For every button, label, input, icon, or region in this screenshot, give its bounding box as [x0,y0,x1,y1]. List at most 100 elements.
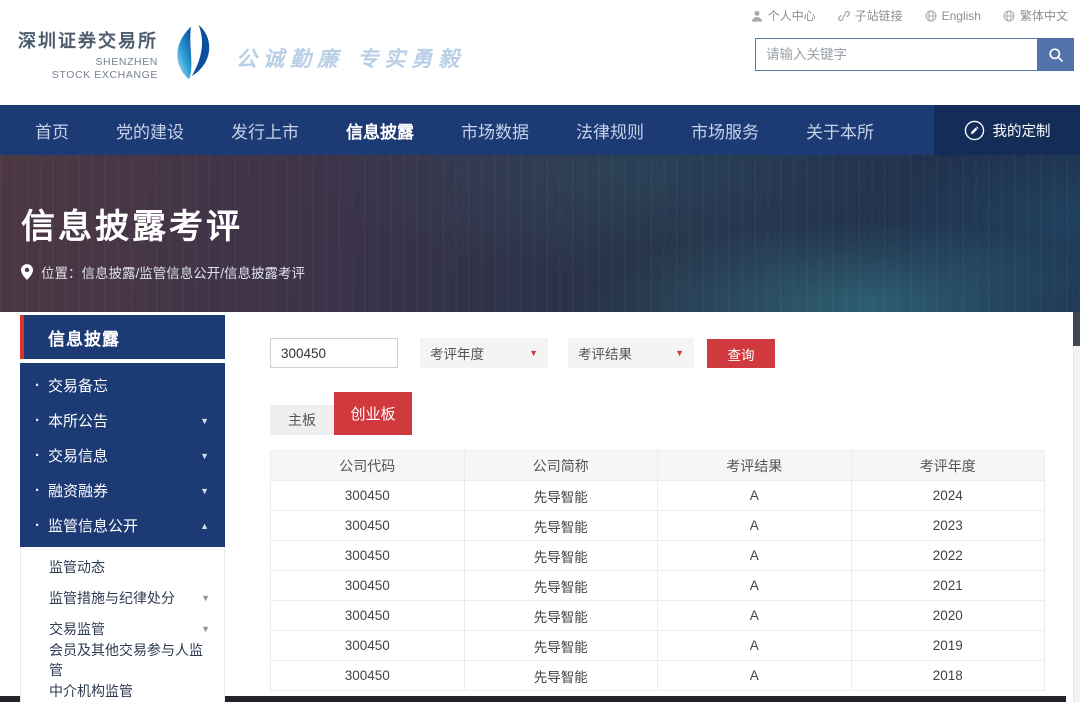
page: 个人中心 子站链接 English [0,0,1080,702]
sidebar-submenu: 监管动态 监管措施与纪律处分 ▼ 交易监管 ▼ 会员及其他交易参与人监管 [20,547,225,702]
nav-item[interactable]: 市场服务 [691,118,759,143]
table-row: 300450 先导智能 A 2018 [271,661,1045,691]
globe-icon [925,10,937,22]
table-row: 300450 先导智能 A 2022 [271,541,1045,571]
table-header-cell: 考评结果 [658,451,852,481]
scrollbar-track [1073,312,1080,702]
sidebar-subitem-caret-icon: ▼ [201,593,210,603]
evaluation-result-cell: A [658,661,852,691]
sidebar-item[interactable]: 监管信息公开 ▲ [20,508,225,543]
page-title: 信息披露考评 [21,199,243,248]
utility-links: 个人中心 子站链接 English [751,7,1068,24]
pencil-circle-icon [964,120,985,141]
nav-item[interactable]: 党的建设 [116,118,184,143]
utility-link-label: 子站链接 [855,7,903,24]
evaluation-year-cell: 2018 [851,661,1045,691]
company-code-cell: 300450 [271,481,465,511]
board-tab[interactable]: 创业板 [334,392,412,435]
main-nav: 首页 党的建设 发行上市 信息披露 市场数据 法律规则 市场服务 关于本所 我的… [0,105,1080,155]
sidebar-item-caret-icon: ▲ [200,521,209,531]
sidebar-item[interactable]: 融资融券 ▼ [20,473,225,508]
company-code-input[interactable] [270,338,398,368]
query-button[interactable]: 查询 [707,339,775,368]
sidebar-item-label: 交易备忘 [48,375,108,396]
search-icon [1048,47,1064,63]
utility-link[interactable]: English [925,9,981,23]
table-header-cell: 公司简称 [464,451,658,481]
evaluation-year-cell: 2020 [851,601,1045,631]
search-input[interactable] [755,38,1037,71]
company-code-cell: 300450 [271,631,465,661]
sidebar-item[interactable]: 交易备忘 [20,368,225,403]
sidebar-item[interactable]: 本所公告 ▼ [20,403,225,438]
sidebar-subitem[interactable]: 会员及其他交易参与人监管 [21,644,224,675]
szse-logo-icon [168,23,214,83]
nav-item[interactable]: 首页 [35,118,69,143]
table-row: 300450 先导智能 A 2023 [271,511,1045,541]
sidebar-subitem-label: 交易监管 [49,619,105,639]
utility-link[interactable]: 个人中心 [751,7,816,24]
utility-link-label: 繁体中文 [1020,7,1068,24]
evaluation-result-cell: A [658,571,852,601]
company-name-cell: 先导智能 [464,481,658,511]
sidebar-item-caret-icon: ▼ [200,416,209,426]
sidebar-subitem[interactable]: 监管措施与纪律处分 ▼ [21,582,224,613]
evaluation-year-label: 考评年度 [430,343,484,363]
table-header-cell: 公司代码 [271,451,465,481]
sidebar-item-caret-icon: ▼ [200,486,209,496]
my-customization-button[interactable]: 我的定制 [934,105,1080,155]
board-tab[interactable]: 主板 [270,405,334,435]
board-tabs: 主板 创业板 [270,392,412,435]
sidebar-item-label: 交易信息 [48,445,108,466]
sidebar-item-label: 融资融券 [48,480,108,501]
sidebar-item-caret-icon: ▼ [200,451,209,461]
caret-down-icon: ▼ [675,348,684,358]
evaluation-table: 公司代码公司简称考评结果考评年度 300450 先导智能 A 2024 3004… [270,450,1045,691]
sidebar-subitem[interactable]: 监管动态 [21,551,224,582]
sidebar-subitem-label: 会员及其他交易参与人监管 [49,640,210,680]
nav-item[interactable]: 信息披露 [346,118,414,143]
sidebar-subitem-label: 监管动态 [49,557,105,577]
caret-down-icon: ▼ [529,348,538,358]
logo-en-text: SHENZHEN STOCK EXCHANGE [18,56,158,82]
table-row: 300450 先导智能 A 2020 [271,601,1045,631]
evaluation-year-select[interactable]: 考评年度 ▼ [420,338,548,368]
breadcrumb: 位置：信息披露/监管信息公开/信息披露考评 [21,262,305,282]
sidebar-subitem-label: 监管措施与纪律处分 [49,588,175,608]
nav-item[interactable]: 市场数据 [461,118,529,143]
evaluation-year-cell: 2022 [851,541,1045,571]
scrollbar-thumb[interactable] [1073,312,1080,346]
site-header: 个人中心 子站链接 English [0,0,1080,105]
utility-link[interactable]: 子站链接 [838,7,903,24]
utility-link-label: 个人中心 [768,7,816,24]
globe-icon [1003,10,1015,22]
nav-item[interactable]: 关于本所 [806,118,874,143]
sidebar-title[interactable]: 信息披露 [20,315,225,359]
sidebar-item[interactable]: 交易信息 ▼ [20,438,225,473]
table-row: 300450 先导智能 A 2021 [271,571,1045,601]
company-name-cell: 先导智能 [464,541,658,571]
evaluation-result-cell: A [658,601,852,631]
nav-item[interactable]: 法律规则 [576,118,644,143]
breadcrumb-text: 位置：信息披露/监管信息公开/信息披露考评 [41,262,305,282]
evaluation-result-cell: A [658,541,852,571]
my-customization-label: 我的定制 [993,120,1051,141]
evaluation-result-select[interactable]: 考评结果 ▼ [568,338,694,368]
evaluation-year-cell: 2024 [851,481,1045,511]
evaluation-year-cell: 2019 [851,631,1045,661]
evaluation-result-label: 考评结果 [578,343,632,363]
logo[interactable]: 深圳证券交易所 SHENZHEN STOCK EXCHANGE 公诚勤廉 专实勇… [18,27,465,83]
company-code-cell: 300450 [271,571,465,601]
sidebar-item-label: 本所公告 [48,410,108,431]
company-code-cell: 300450 [271,661,465,691]
link-icon [838,10,850,22]
page-banner: 信息披露考评 位置：信息披露/监管信息公开/信息披露考评 [0,155,1080,312]
evaluation-result-cell: A [658,511,852,541]
utility-link[interactable]: 繁体中文 [1003,7,1068,24]
evaluation-year-cell: 2021 [851,571,1045,601]
company-name-cell: 先导智能 [464,571,658,601]
site-search [755,38,1074,71]
nav-item[interactable]: 发行上市 [231,118,299,143]
search-button[interactable] [1037,38,1074,71]
location-pin-icon [21,264,33,280]
